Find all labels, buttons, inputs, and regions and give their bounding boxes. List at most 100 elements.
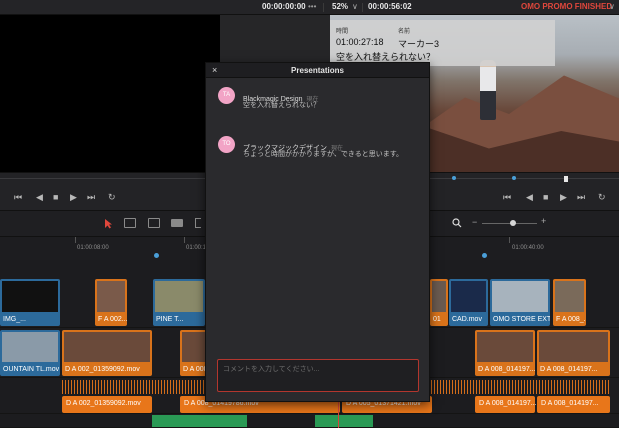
selection-arrow-icon[interactable] xyxy=(104,218,113,229)
audio-clip[interactable]: D A 008_014197... xyxy=(537,396,610,413)
blade-tool-icon[interactable] xyxy=(171,219,183,227)
video-clip[interactable]: OMO STORE EXT F... xyxy=(490,279,550,326)
audio-track-a2 xyxy=(0,414,619,428)
video-clip[interactable]: F A 008_... xyxy=(553,279,586,326)
clip-thumbnail xyxy=(97,281,125,312)
clip-name: F A 008_... xyxy=(556,316,586,323)
video-clip[interactable]: D A 008_014197... xyxy=(537,330,610,376)
clip-name: 01 xyxy=(433,316,441,323)
zoom-search-icon[interactable] xyxy=(452,218,462,228)
clip-thumbnail xyxy=(2,281,58,312)
clip-thumbnail xyxy=(432,281,446,312)
play-reverse-icon[interactable]: ◀ xyxy=(526,192,533,203)
marker-name-label: 名前 xyxy=(398,29,411,35)
project-title[interactable]: OMO PROMO FINISHED xyxy=(521,2,612,11)
program-timecode: 00:00:56:02 xyxy=(368,2,412,11)
ruler-tick xyxy=(75,237,76,243)
avatar: TO xyxy=(218,136,235,153)
audio-clip[interactable]: D A 008_014197... xyxy=(475,396,537,413)
source-viewer[interactable] xyxy=(0,15,220,172)
jump-to-end-icon[interactable]: ⏭ xyxy=(577,192,585,203)
dialog-header: × Presentations xyxy=(206,63,429,78)
video-clip[interactable]: F A 002... xyxy=(95,279,127,326)
video-clip[interactable]: D A 002_01359092.mov xyxy=(62,330,152,376)
marker-name-value: マーカー3 xyxy=(398,39,440,49)
project-chevron-icon[interactable]: ∨ xyxy=(609,2,615,11)
loop-icon[interactable]: ↻ xyxy=(598,192,606,203)
chat-message: TO ブラックマジックデザイン 現在 ちょっと時間がかかりますが、できると思います… xyxy=(218,136,418,172)
clip-name: D A 002_01359092.mov xyxy=(65,366,140,373)
zoom-in-icon[interactable]: + xyxy=(541,216,546,226)
video-clip[interactable]: 01 xyxy=(430,279,448,326)
trim-tool-icon[interactable] xyxy=(124,218,136,228)
clip-name: F A 002... xyxy=(98,316,127,323)
clip-name: OMO STORE EXT F... xyxy=(493,316,550,323)
zoom-slider-handle[interactable] xyxy=(510,220,516,226)
clip-name: OUNTAIN TL.mov xyxy=(3,366,60,373)
more-options-icon[interactable]: ••• xyxy=(308,2,316,11)
timeline-marker-icon[interactable] xyxy=(482,253,487,258)
marker-time-value: 01:00:27:18 xyxy=(336,37,384,47)
marker-info-overlay: 時間 名前 01:00:27:18 マーカー3 空を入れ替えられない？ xyxy=(330,20,555,66)
jump-to-start-icon[interactable]: ⏮ xyxy=(503,192,511,203)
clip-name: D A 008_014197... xyxy=(478,366,535,373)
dynamic-trim-icon[interactable] xyxy=(148,218,160,228)
message-text: ちょっと時間がかかりますが、できると思います。 xyxy=(243,151,404,158)
dialog-title: Presentations xyxy=(291,66,344,75)
video-clip[interactable]: IMG_... xyxy=(0,279,60,326)
ruler-label: 01:00:08:00 xyxy=(77,245,109,251)
play-icon[interactable]: ▶ xyxy=(70,192,77,203)
divider xyxy=(362,3,363,12)
ruler-tick xyxy=(184,237,185,243)
chat-message: TA Blackmagic Design 現在 空を入れ替えられない？ xyxy=(218,87,418,123)
clip-thumbnail xyxy=(155,281,203,312)
audio-clip[interactable] xyxy=(315,415,373,427)
clip-name: D A 008_014197... xyxy=(541,400,599,407)
video-clip[interactable]: PINE T... xyxy=(153,279,205,326)
zoom-level[interactable]: 52% xyxy=(332,2,348,11)
timeline-marker-icon[interactable] xyxy=(154,253,159,258)
loop-icon[interactable]: ↻ xyxy=(108,192,116,203)
ruler-label: 01:00:1 xyxy=(186,245,207,251)
jump-to-end-icon[interactable]: ⏭ xyxy=(87,192,95,203)
clip-name: D A 002_01359092.mov xyxy=(66,400,141,407)
stop-icon[interactable]: ■ xyxy=(53,192,58,202)
clip-thumbnail xyxy=(555,281,584,312)
message-text: 空を入れ替えられない？ xyxy=(243,102,320,109)
clip-name: D A 008_014197... xyxy=(479,400,537,407)
zoom-out-icon[interactable]: − xyxy=(472,217,477,227)
divider xyxy=(323,3,324,12)
viewer-top-bar: 00:00:00:00 ••• 52% ∨ 00:00:56:02 OMO PR… xyxy=(0,0,619,15)
video-clip[interactable]: D A 008_014197... xyxy=(475,330,535,376)
clip-thumbnail xyxy=(539,332,608,362)
comment-input[interactable]: コメントを入力してください... xyxy=(217,359,419,392)
stop-icon[interactable]: ■ xyxy=(543,192,548,202)
audio-clip[interactable] xyxy=(152,415,247,427)
audio-clip[interactable]: D A 002_01359092.mov xyxy=(62,396,152,413)
avatar: TA xyxy=(218,87,235,104)
scrubber-playhead[interactable] xyxy=(564,176,568,182)
zoom-chevron-icon[interactable]: ∨ xyxy=(352,2,358,11)
person-image xyxy=(480,60,496,120)
snapping-icon[interactable] xyxy=(195,218,201,228)
clip-name: D A 008_014197... xyxy=(540,366,598,373)
marker-time-label: 時間 xyxy=(336,29,349,35)
source-timecode: 00:00:00:00 xyxy=(262,2,306,11)
clip-thumbnail xyxy=(451,281,486,312)
clip-name: IMG_... xyxy=(3,316,26,323)
clip-thumbnail xyxy=(492,281,548,312)
presentations-dialog: × Presentations TA Blackmagic Design 現在 空… xyxy=(205,62,430,402)
play-icon[interactable]: ▶ xyxy=(560,192,567,203)
clip-thumbnail xyxy=(64,332,150,362)
video-clip[interactable]: OUNTAIN TL.mov xyxy=(0,330,60,376)
jump-to-start-icon[interactable]: ⏮ xyxy=(14,192,22,203)
video-clip[interactable]: CAD.mov xyxy=(449,279,488,326)
comment-placeholder: コメントを入力してください... xyxy=(223,366,320,373)
clip-name: PINE T... xyxy=(156,316,184,323)
play-reverse-icon[interactable]: ◀ xyxy=(36,192,43,203)
clip-thumbnail xyxy=(477,332,533,362)
clip-thumbnail xyxy=(2,332,58,362)
marker-dot-icon[interactable] xyxy=(452,176,456,180)
marker-dot-icon[interactable] xyxy=(512,176,516,180)
clip-name: CAD.mov xyxy=(452,316,482,323)
